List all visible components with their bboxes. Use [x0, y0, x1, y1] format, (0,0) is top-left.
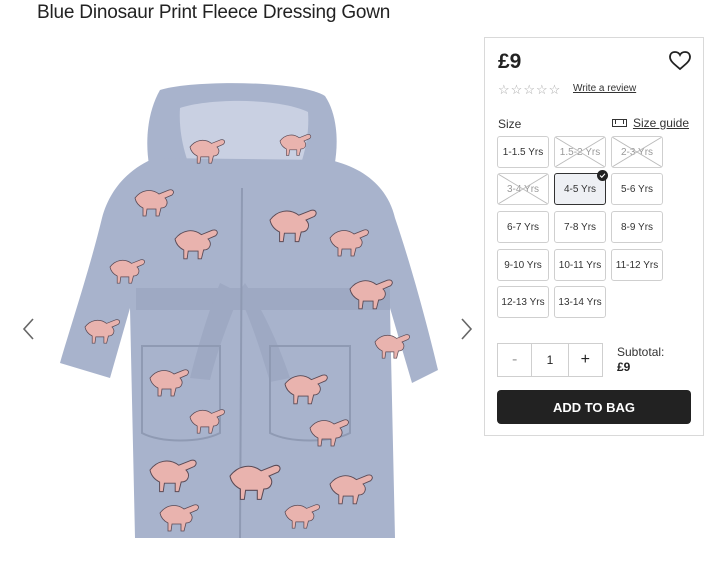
size-option-8-9[interactable]: 8-9 Yrs — [611, 211, 663, 243]
add-to-bag-button[interactable]: ADD TO BAG — [497, 390, 691, 424]
write-review-link[interactable]: Write a review — [573, 83, 636, 94]
gallery-prev-button[interactable] — [20, 316, 38, 342]
quantity-decrease-button[interactable]: - — [498, 344, 531, 376]
star-icon: ☆ — [523, 82, 535, 97]
star-icon: ☆ — [498, 82, 510, 97]
size-option-1.5-2[interactable]: 1.5-2 Yrs — [554, 136, 606, 168]
size-label: Size — [498, 117, 522, 131]
subtotal-value: £9 — [617, 360, 631, 374]
selected-check-icon — [597, 170, 608, 181]
size-guide-link[interactable]: Size guide — [611, 116, 689, 130]
product-image[interactable] — [40, 78, 440, 548]
purchase-panel: £9 ☆ ☆ ☆ ☆ ☆ Write a review Size Size gu… — [484, 37, 704, 436]
rating-stars: ☆ ☆ ☆ ☆ ☆ — [498, 83, 560, 97]
size-option-5-6[interactable]: 5-6 Yrs — [611, 173, 663, 205]
size-option-13-14[interactable]: 13-14 Yrs — [554, 286, 606, 318]
size-option-10-11[interactable]: 10-11 Yrs — [554, 249, 606, 281]
size-option-6-7[interactable]: 6-7 Yrs — [497, 211, 549, 243]
ruler-icon — [611, 119, 627, 127]
star-icon: ☆ — [510, 82, 523, 97]
subtotal-label: Subtotal: — [617, 345, 665, 359]
size-option-2-3[interactable]: 2-3 Yrs — [611, 136, 663, 168]
size-option-7-8[interactable]: 7-8 Yrs — [554, 211, 606, 243]
chevron-left-icon — [22, 318, 34, 340]
size-option-3-4[interactable]: 3-4 Yrs — [497, 173, 549, 205]
wishlist-button[interactable] — [669, 51, 691, 71]
star-icon: ☆ — [535, 82, 548, 97]
chevron-right-icon — [461, 318, 473, 340]
size-option-9-10[interactable]: 9-10 Yrs — [497, 249, 549, 281]
quantity-value[interactable]: 1 — [531, 344, 569, 376]
size-option-12-13[interactable]: 12-13 Yrs — [497, 286, 549, 318]
quantity-stepper: - 1 + — [497, 343, 603, 377]
unavailable-cross-icon — [612, 137, 662, 167]
unavailable-cross-icon — [555, 137, 605, 167]
size-option-11-12[interactable]: 11-12 Yrs — [611, 249, 663, 281]
size-option-1-1.5[interactable]: 1-1.5 Yrs — [497, 136, 549, 168]
gallery-next-button[interactable] — [457, 316, 475, 342]
star-icon: ☆ — [548, 82, 561, 97]
dressing-gown-image — [60, 83, 438, 539]
price: £9 — [498, 50, 522, 73]
product-title: Blue Dinosaur Print Fleece Dressing Gown — [37, 2, 391, 23]
heart-icon — [669, 51, 691, 71]
size-guide-label: Size guide — [632, 116, 689, 130]
unavailable-cross-icon — [498, 174, 548, 204]
quantity-increase-button[interactable]: + — [569, 344, 602, 376]
size-option-4-5[interactable]: 4-5 Yrs — [554, 170, 608, 205]
